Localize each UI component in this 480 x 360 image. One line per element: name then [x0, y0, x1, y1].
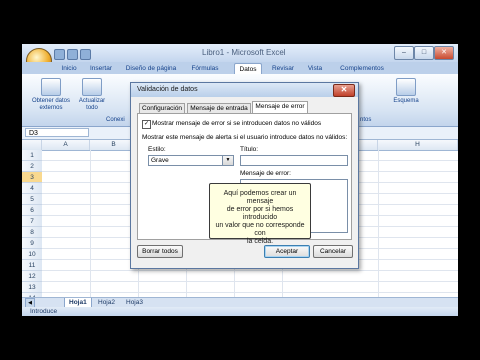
show-error-checkbox[interactable]: ✓: [142, 120, 151, 129]
tab-vista[interactable]: Vista: [304, 63, 326, 74]
row-header[interactable]: 3: [22, 172, 42, 183]
row-header[interactable]: 13: [22, 282, 42, 293]
dialog-title-bar: Validación de datos ✕: [131, 83, 358, 97]
gridline: [42, 270, 458, 271]
external-data-button[interactable]: Obtener datos externos: [28, 78, 74, 112]
style-value: Grave: [151, 157, 169, 164]
redo-icon[interactable]: [80, 49, 91, 60]
dialog-close-button[interactable]: ✕: [333, 84, 355, 97]
tutorial-tooltip: Aquí podemos crear un mensaje de error p…: [209, 183, 311, 245]
row-header[interactable]: 11: [22, 260, 42, 271]
show-error-label: Mostrar mensaje de error si se introduce…: [152, 120, 322, 127]
column-header[interactable]: A: [42, 140, 90, 150]
chevron-down-icon[interactable]: ▼: [222, 156, 233, 165]
row-header[interactable]: 12: [22, 271, 42, 282]
name-box[interactable]: D3: [25, 128, 89, 137]
gridline: [378, 150, 379, 297]
external-data-label: Obtener datos externos: [31, 98, 71, 111]
row-header[interactable]: 2: [22, 161, 42, 172]
clear-all-button[interactable]: Borrar todos: [137, 245, 183, 258]
tab-complementos[interactable]: Complementos: [336, 63, 388, 74]
quick-access-toolbar: [54, 49, 114, 60]
title-label: Título:: [240, 146, 259, 153]
window-controls: – □ ✕: [394, 46, 454, 60]
tab-formulas[interactable]: Fórmulas: [188, 63, 222, 74]
alert-prompt: Mostrar este mensaje de alerta si el usu…: [142, 134, 348, 141]
status-text: Introduce: [30, 308, 58, 315]
tab-insertar[interactable]: Insertar: [86, 63, 116, 74]
row-header[interactable]: 6: [22, 205, 42, 216]
save-icon[interactable]: [54, 49, 65, 60]
outline-icon: [396, 78, 416, 96]
gridline: [42, 292, 458, 293]
close-button[interactable]: ✕: [434, 46, 454, 60]
tab-revisar[interactable]: Revisar: [268, 63, 298, 74]
undo-icon[interactable]: [67, 49, 78, 60]
ok-button[interactable]: Aceptar: [264, 245, 310, 258]
dialog-title: Validación de datos: [137, 86, 198, 93]
ribbon-tabs: Inicio Insertar Diseño de página Fórmula…: [22, 62, 458, 75]
row-header[interactable]: 9: [22, 238, 42, 249]
style-label: Estilo:: [148, 146, 166, 153]
outline-group-label: ntos: [360, 117, 372, 123]
row-header[interactable]: 5: [22, 194, 42, 205]
tab-diseno-pagina[interactable]: Diseño de página: [120, 63, 182, 74]
refresh-icon: [82, 78, 102, 96]
row-header[interactable]: 7: [22, 216, 42, 227]
row-header[interactable]: 10: [22, 249, 42, 260]
gridline: [42, 281, 458, 282]
column-header[interactable]: H: [378, 140, 458, 150]
title-bar: Libro1 - Microsoft Excel – □ ✕: [22, 44, 458, 62]
outline-button[interactable]: Esquema: [386, 78, 426, 105]
status-bar: Introduce: [22, 307, 458, 316]
title-field[interactable]: [240, 155, 348, 166]
refresh-all-button[interactable]: Actualizar todo: [76, 78, 108, 112]
select-all-corner[interactable]: [22, 140, 42, 150]
row-header[interactable]: 4: [22, 183, 42, 194]
row-header[interactable]: 1: [22, 150, 42, 161]
style-dropdown[interactable]: Grave ▼: [148, 155, 234, 166]
outline-label: Esquema: [393, 98, 419, 104]
tab-inicio[interactable]: Inicio: [56, 63, 82, 74]
window-title: Libro1 - Microsoft Excel: [202, 48, 286, 57]
tooltip-text: Aquí podemos crear un mensaje de error p…: [215, 190, 305, 245]
refresh-all-label: Actualizar todo: [78, 98, 106, 111]
connections-group-label: Conexi: [106, 117, 125, 123]
minimize-button[interactable]: –: [394, 46, 414, 60]
maximize-button[interactable]: □: [414, 46, 434, 60]
cancel-button[interactable]: Cancelar: [313, 245, 353, 258]
row-header[interactable]: 8: [22, 227, 42, 238]
gridline: [90, 150, 91, 297]
error-message-label: Mensaje de error:: [240, 170, 291, 177]
database-icon: [41, 78, 61, 96]
